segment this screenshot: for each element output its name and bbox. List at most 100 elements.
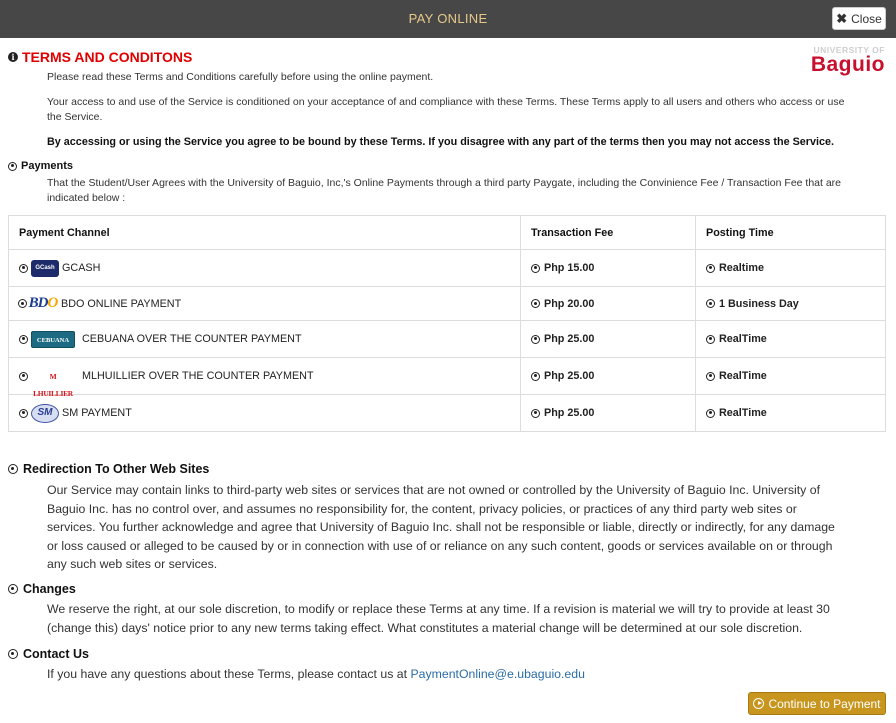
continue-label: Continue to Payment [768,696,881,711]
redirection-body: Our Service may contain links to third-p… [47,481,887,574]
table-header-row: Payment Channel Transaction Fee Posting … [8,215,886,250]
column-header-fee: Transaction Fee [520,215,696,250]
channel-cell: M LHUILLIER MLHUILLIER OVER THE COUNTER … [8,357,521,398]
radio-icon[interactable] [19,334,28,344]
redirection-heading-label: Redirection To Other Web Sites [23,462,210,476]
payments-desc-line-1: That the Student/User Agrees with the Un… [47,177,842,189]
posting-cell: RealTime [695,357,886,395]
changes-body: We reserve the right, at our sole discre… [47,600,887,637]
payments-heading: Payments [8,160,73,172]
table-row: M LHUILLIER MLHUILLIER OVER THE COUNTER … [8,357,886,398]
fee-cell: Php 15.00 [520,249,696,287]
posting-value: RealTime [719,407,767,419]
circle-dot-icon [706,334,715,344]
posting-value: Realtime [719,262,765,274]
payments-desc-line-2: indicated below : [47,192,126,204]
contact-heading-label: Contact Us [23,647,89,661]
column-header-channel: Payment Channel [8,215,521,250]
terms-paragraph-2-line-2: the Service. [47,111,103,123]
posting-value: RealTime [719,333,767,345]
posting-cell: RealTime [695,394,886,432]
channel-cell: GCash GCASH [8,249,521,287]
circle-dot-icon [531,299,540,308]
redirection-line: any such web sites or services. [47,557,218,571]
circle-dot-icon [531,371,540,381]
close-icon: ✖ [836,11,848,26]
channel-name: BDO ONLINE PAYMENT [61,297,182,310]
table-row: BDO BDO ONLINE PAYMENT Php 20.00 1 Busin… [8,286,886,321]
contact-heading: Contact Us [8,647,89,661]
circle-dot-icon [8,161,17,171]
posting-value: 1 Business Day [719,297,799,310]
circle-dot-icon [706,408,715,418]
circle-dot-icon [8,584,18,594]
terms-title: TERMS AND CONDITONS [22,49,193,65]
modal-title: PAY ONLINE [408,11,488,26]
contact-body: If you have any questions about these Te… [47,665,887,684]
circle-dot-icon [706,371,715,381]
continue-to-payment-button[interactable]: Continue to Payment [748,692,886,715]
cebuana-logo-icon: CEBUANA [31,330,75,348]
posting-cell: 1 Business Day [695,286,886,321]
table-row: GCash GCASH Php 15.00 Realtime [8,249,886,287]
circle-dot-icon [531,334,540,344]
circle-dot-icon [8,464,18,474]
modal-header: PAY ONLINE ✖ Close [0,0,896,38]
redirection-line: or loss caused or alleged to be caused b… [47,538,833,553]
redirection-line: services. You further acknowledge and ag… [47,520,835,534]
radio-icon[interactable] [19,408,28,418]
logo-main-text: Baguio [810,53,885,76]
table-row: SM SM PAYMENT Php 25.00 RealTime [8,394,886,432]
bdo-logo-icon: BDO [28,295,59,311]
fee-value: Php 15.00 [544,262,595,274]
contact-email-link[interactable]: PaymentOnline@e.ubaguio.edu [410,667,585,681]
channel-name: GCASH [62,262,101,274]
channel-cell: CEBUANA CEBUANA OVER THE COUNTER PAYMENT [8,320,521,358]
redirection-line: Baguio Inc. has no control over, and ass… [47,501,797,516]
terms-paragraph-1: Please read these Terms and Conditions c… [47,71,434,83]
changes-line: (change this) days' notice prior to any … [47,620,803,635]
fee-value: Php 25.00 [544,370,595,382]
terms-heading: i TERMS AND CONDITONS [8,49,192,65]
channel-cell: BDO BDO ONLINE PAYMENT [8,286,521,321]
circle-dot-icon [531,408,540,418]
table-row: CEBUANA CEBUANA OVER THE COUNTER PAYMENT… [8,320,886,358]
channel-cell: SM SM PAYMENT [8,394,521,432]
sm-logo-icon: SM [31,403,59,423]
fee-cell: Php 20.00 [520,286,696,321]
fee-value: Php 25.00 [544,333,595,345]
mlhuillier-logo-icon: M LHUILLIER [33,371,73,398]
radio-icon[interactable] [18,299,27,308]
fee-value: Php 20.00 [544,297,595,310]
radio-icon[interactable] [19,263,28,273]
circle-dot-icon [8,649,18,659]
circle-dot-icon [706,263,715,273]
channel-name: MLHUILLIER OVER THE COUNTER PAYMENT [82,370,314,382]
circle-dot-icon [706,299,715,308]
redirection-heading: Redirection To Other Web Sites [8,462,209,476]
posting-cell: RealTime [695,320,886,358]
fee-value: Php 25.00 [544,407,595,419]
circle-arrow-right-icon [753,698,765,709]
circle-dot-icon [531,263,540,273]
channel-name: SM PAYMENT [62,407,132,419]
channel-name: CEBUANA OVER THE COUNTER PAYMENT [82,333,302,345]
info-icon: i [8,52,18,62]
contact-text: If you have any questions about these Te… [47,667,411,681]
posting-cell: Realtime [695,249,886,287]
changes-heading: Changes [8,582,76,596]
changes-line: We reserve the right, at our sole discre… [47,602,830,616]
payment-channels-table: Payment Channel Transaction Fee Posting … [8,215,886,432]
university-logo: UNIVERSITY OF Baguio [787,46,885,76]
fee-cell: Php 25.00 [520,320,696,358]
posting-value: RealTime [719,370,767,382]
payments-heading-label: Payments [21,160,73,172]
terms-paragraph-3: By accessing or using the Service you ag… [47,136,835,148]
close-button[interactable]: ✖ Close [832,7,886,30]
gcash-logo-icon: GCash [31,259,59,277]
radio-icon[interactable] [19,371,28,381]
column-header-posting: Posting Time [695,215,886,250]
changes-heading-label: Changes [23,582,76,596]
redirection-line: Our Service may contain links to third-p… [47,483,820,497]
fee-cell: Php 25.00 [520,394,696,432]
